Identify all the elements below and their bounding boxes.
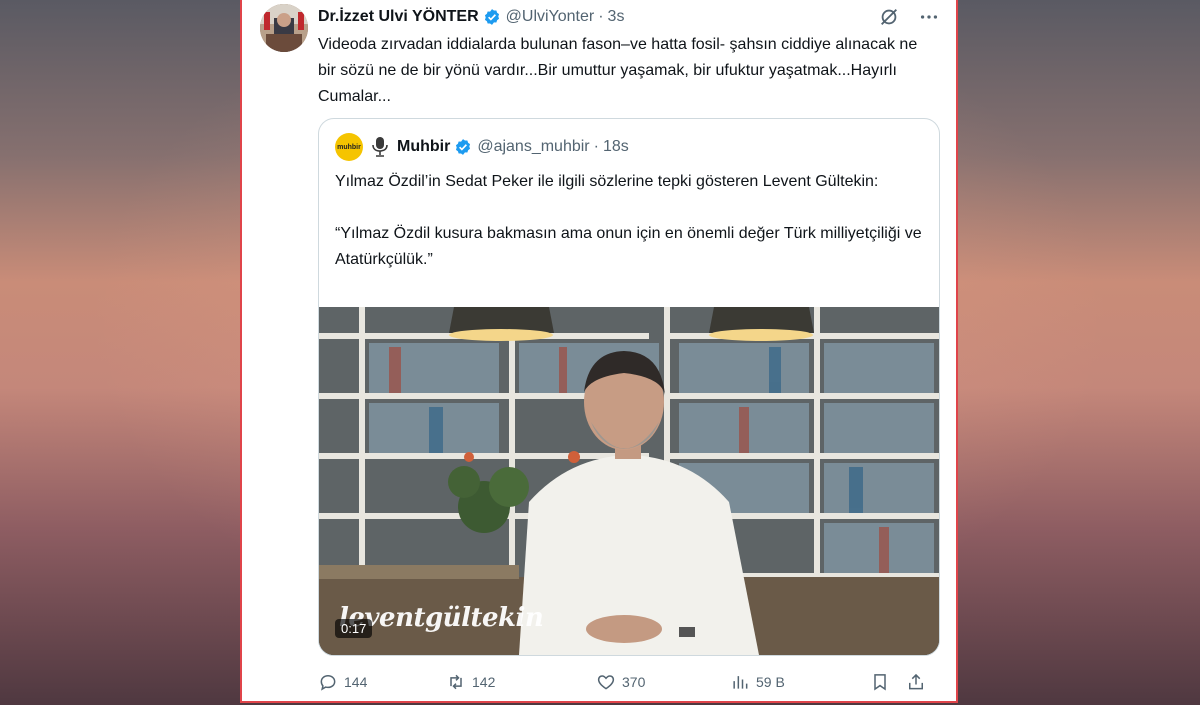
verified-badge-icon	[484, 9, 499, 25]
tweet-card: Dr.İzzet Ulvi YÖNTER @UlviYonter · 3s Vi…	[240, 0, 958, 703]
tweet-text: Videoda zırvadan iddialarda bulunan faso…	[318, 36, 918, 105]
header-actions	[878, 6, 940, 28]
like-count: 370	[622, 674, 646, 690]
retweet-icon	[450, 674, 462, 690]
heart-icon	[597, 675, 615, 690]
views-button[interactable]: 59 B	[730, 672, 870, 692]
share-button[interactable]	[906, 672, 930, 692]
video-duration: 0:17	[335, 619, 373, 638]
quote-text-citation: “Yılmaz Özdil kusura bakmasın ama onun i…	[335, 225, 922, 268]
bookmark-icon	[874, 674, 886, 691]
view-count: 59 B	[756, 674, 785, 690]
tweet-header: Dr.İzzet Ulvi YÖNTER @UlviYonter · 3s	[318, 6, 624, 28]
retweet-button[interactable]: 142	[446, 672, 596, 692]
like-button[interactable]: 370	[596, 672, 730, 692]
author-avatar[interactable]	[260, 4, 308, 52]
retweet-count: 142	[472, 674, 496, 690]
quote-text-intro: Yılmaz Özdil’in Sedat Peker ile ilgili s…	[335, 173, 879, 190]
quote-avatar[interactable]: muhbir	[335, 133, 363, 161]
reply-icon	[320, 674, 336, 691]
bookmark-button[interactable]	[870, 672, 906, 692]
video-player[interactable]: leventgültekin 0:17	[319, 307, 939, 655]
analytics-icon	[733, 676, 748, 689]
author-name[interactable]: Dr.İzzet Ulvi YÖNTER	[318, 8, 479, 26]
separator-dot: ·	[598, 8, 604, 25]
quote-time[interactable]: 18s	[603, 138, 629, 156]
quote-text: Yılmaz Özdil’in Sedat Peker ile ilgili s…	[335, 169, 925, 273]
tweet-time[interactable]: 3s	[608, 8, 625, 26]
reply-count: 144	[344, 674, 368, 690]
tweet-actions: 144 142 370 59 B	[318, 668, 942, 696]
avatar-image	[260, 4, 308, 52]
quote-header: muhbir Muhbir @ajans_muhbir · 18s	[335, 133, 629, 161]
microphone-icon	[372, 137, 388, 157]
grok-icon[interactable]	[878, 6, 900, 28]
share-icon	[909, 673, 923, 690]
quote-author-handle[interactable]: @ajans_muhbir	[477, 138, 589, 156]
quote-separator-dot: ·	[593, 138, 599, 155]
author-handle[interactable]: @UlviYonter	[506, 8, 595, 26]
more-options-icon[interactable]	[918, 6, 940, 28]
quote-verified-badge-icon	[456, 139, 471, 155]
quote-author-name[interactable]: Muhbir	[397, 138, 450, 156]
reply-button[interactable]: 144	[318, 672, 446, 692]
quoted-tweet[interactable]: muhbir Muhbir @ajans_muhbir · 18s Yılmaz…	[318, 118, 940, 656]
